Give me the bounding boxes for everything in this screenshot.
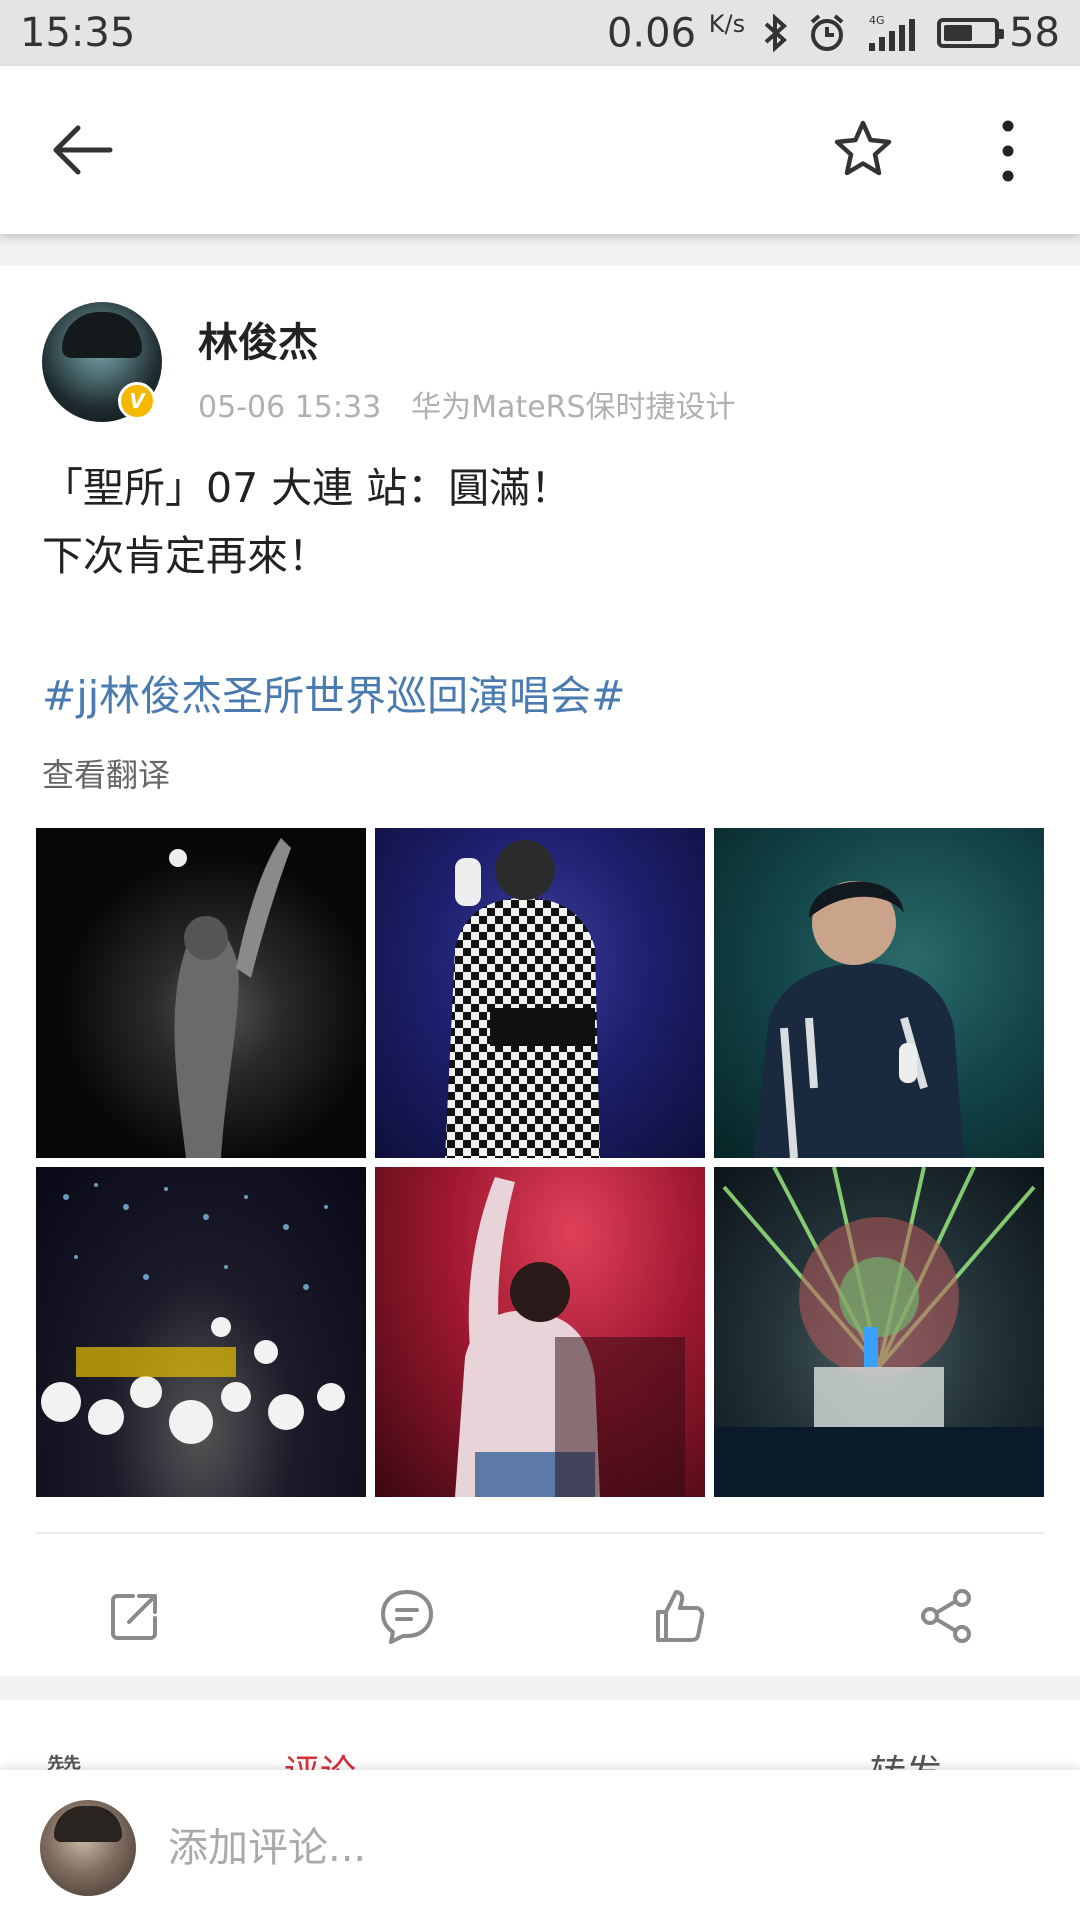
vertical-dots-icon (1002, 120, 1014, 182)
external-share-icon (111, 1594, 157, 1640)
battery-indicator: 58 (937, 10, 1060, 56)
signal-icon: 4G (865, 13, 919, 53)
arrow-left-icon (53, 125, 113, 175)
actions-divider (36, 1532, 1044, 1534)
network-speed: 0.06 K/s (607, 10, 745, 56)
favorite-button[interactable] (832, 118, 894, 180)
hashtag-link[interactable]: #jj林俊杰圣所世界巡回演唱会# (42, 662, 626, 722)
author-name[interactable]: 林俊杰 (198, 310, 318, 368)
share-button[interactable] (916, 1586, 976, 1646)
photo-thumbnail[interactable] (714, 1167, 1044, 1497)
translate-link[interactable]: 查看翻译 (42, 750, 170, 796)
network-speed-unit: K/s (708, 9, 746, 38)
network-type-label: 4G (869, 14, 885, 27)
avatar-hair-shape (62, 312, 142, 358)
post-actions-bar (0, 1566, 1080, 1666)
status-time: 15:35 (20, 10, 136, 56)
stats-tabs: 赞 ···· 评论 ··· 转发 ··· (0, 1700, 1080, 1794)
status-bar: 15:35 0.06 K/s 4G 58 (0, 0, 1080, 66)
post-time: 05-06 15:33 (198, 390, 382, 425)
battery-fill (944, 24, 972, 41)
photo-thumbnail[interactable] (36, 828, 366, 1158)
network-speed-value: 0.06 (606, 10, 697, 57)
bluetooth-icon (763, 13, 789, 53)
avatar-hair-shape (54, 1806, 122, 1842)
post-text-line: 下次肯定再來！ (42, 532, 329, 580)
post-card: V 林俊杰 05-06 15:33 华为MateRS保时捷设计 「聖所」07 大連… (0, 266, 1080, 1676)
more-options-button[interactable] (990, 116, 1026, 186)
comment-bubble-icon (381, 1590, 433, 1644)
photo-thumbnail[interactable] (375, 828, 705, 1158)
comment-button[interactable] (377, 1586, 437, 1646)
star-icon (834, 120, 892, 176)
verified-badge-icon: V (118, 382, 156, 420)
photo-thumbnail[interactable] (36, 1167, 366, 1497)
post-source: 华为MateRS保时捷设计 (411, 390, 736, 425)
alarm-clock-icon (807, 13, 847, 53)
like-button[interactable] (648, 1586, 708, 1646)
top-app-bar (0, 66, 1080, 234)
post-text: 「聖所」07 大連 站：圓滿！ 下次肯定再來！ (42, 454, 1042, 590)
repost-button[interactable] (105, 1586, 165, 1646)
post-text-line: 「聖所」07 大連 站：圓滿！ (42, 464, 572, 512)
comment-input[interactable] (168, 1810, 1028, 1886)
back-button[interactable] (48, 120, 118, 180)
battery-icon (937, 17, 1005, 48)
current-user-avatar (40, 1800, 136, 1896)
photo-thumbnail[interactable] (375, 1167, 705, 1497)
photo-thumbnail[interactable] (714, 828, 1044, 1158)
photo-grid (36, 828, 1044, 1512)
thumbs-up-icon (656, 1590, 705, 1642)
comment-input-bar (0, 1770, 1080, 1920)
share-nodes-icon (921, 1589, 971, 1643)
battery-percent: 58 (1009, 9, 1060, 56)
post-meta: 05-06 15:33 华为MateRS保时捷设计 (198, 382, 736, 426)
